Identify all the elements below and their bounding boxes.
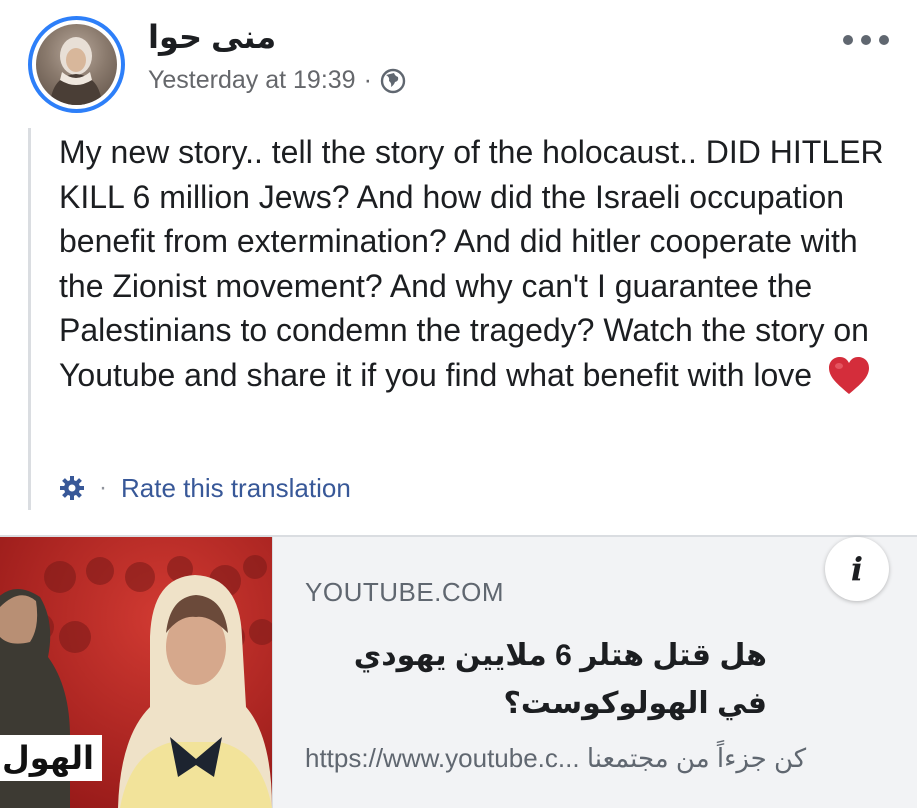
link-title[interactable]: هل قتل هتلر 6 ملايين يهودي في الهولوكوست… <box>347 632 767 728</box>
thumbnail-caption: الهول <box>0 735 102 781</box>
rate-translation-link[interactable]: Rate this translation <box>121 473 351 504</box>
link-preview-card[interactable]: الهول YOUTUBE.COM هل قتل هتلر 6 ملايين ي… <box>0 535 917 808</box>
avatar[interactable] <box>28 16 125 113</box>
link-description: https://www.youtube.c... كن جزءاً من مجت… <box>305 743 807 773</box>
more-dots-icon[interactable] <box>843 30 889 50</box>
gear-icon[interactable] <box>59 475 85 501</box>
meta-separator: · <box>363 66 372 94</box>
info-icon[interactable]: i <box>825 537 889 601</box>
post-meta: Yesterday at 19:39 · <box>148 66 406 95</box>
post-text: My new story.. tell the story of the hol… <box>59 130 889 397</box>
post-header: منى حوا Yesterday at 19:39 · <box>0 0 917 120</box>
red-heart-icon <box>827 356 871 396</box>
translation-separator: · <box>99 474 107 501</box>
video-thumbnail[interactable]: الهول <box>0 537 272 808</box>
post-timestamp[interactable]: Yesterday at 19:39 <box>148 66 356 95</box>
link-info[interactable]: YOUTUBE.COM هل قتل هتلر 6 ملايين يهودي ف… <box>272 537 917 808</box>
translation-row: · Rate this translation <box>59 468 351 508</box>
post-body: My new story.. tell the story of the hol… <box>28 128 888 510</box>
post-text-content: My new story.. tell the story of the hol… <box>59 134 884 393</box>
link-domain: YOUTUBE.COM <box>305 577 505 607</box>
author-name[interactable]: منى حوا <box>148 18 276 56</box>
globe-icon[interactable] <box>380 68 406 94</box>
avatar-photo <box>36 24 117 105</box>
